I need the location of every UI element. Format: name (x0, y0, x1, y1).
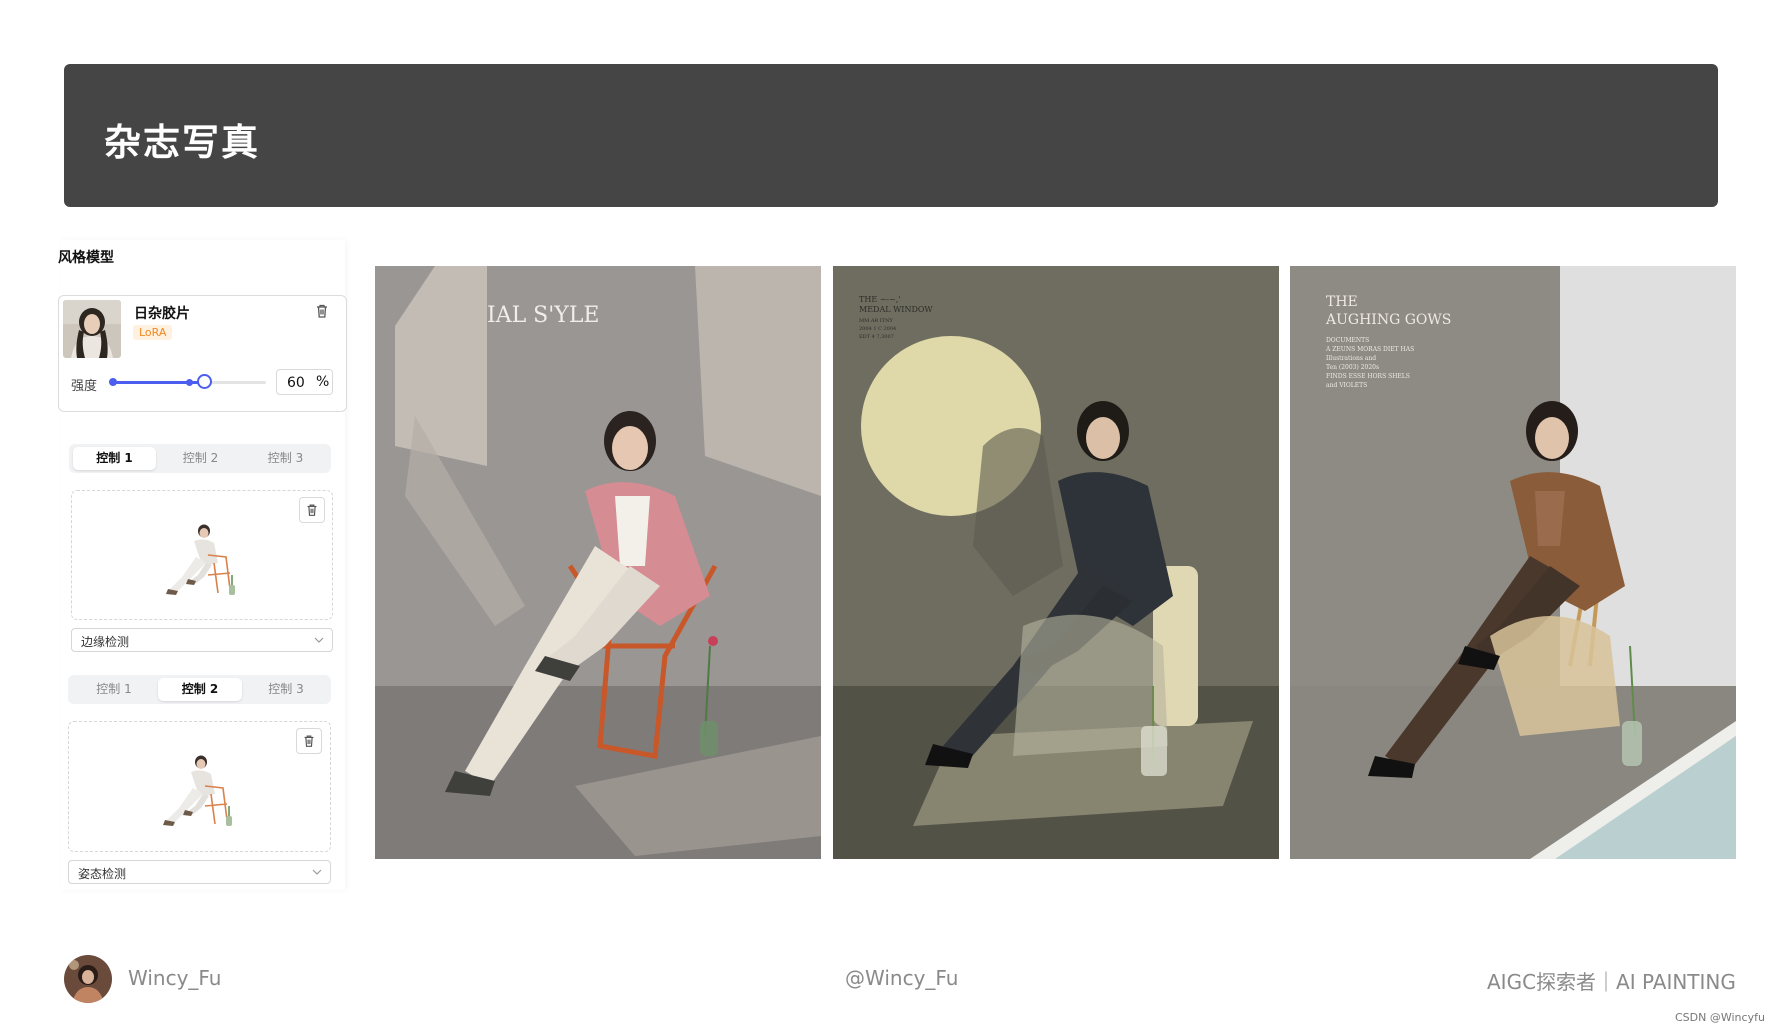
page-title: 杂志写真 (104, 121, 260, 164)
preprocessor-select-2[interactable]: 姿态检测 (68, 860, 331, 884)
strength-slider-handle[interactable] (197, 374, 212, 389)
chevron-down-icon (312, 869, 322, 875)
tab-control-1[interactable]: 控制 1 (73, 447, 156, 470)
preprocessor-select-1[interactable]: 边缘检测 (71, 628, 333, 652)
control-tabs-2: 控制 1 控制 2 控制 3 (68, 675, 331, 704)
tab-control-2[interactable]: 控制 2 (158, 678, 242, 701)
control-image-1 (166, 524, 235, 595)
tab-control-1[interactable]: 控制 1 (72, 678, 156, 701)
remove-control-image-button[interactable] (296, 728, 322, 754)
strength-label: 强度 (71, 379, 98, 394)
svg-text:FINDS ESSE HORS SHELS: FINDS ESSE HORS SHELS (1326, 373, 1410, 380)
svg-text:A ZEUNS MORAS DIET HAS: A ZEUNS MORAS DIET HAS (1325, 346, 1414, 353)
svg-text:DOCUMENTS: DOCUMENTS (1326, 337, 1369, 344)
control-tabs-1: 控制 1 控制 2 控制 3 (69, 444, 331, 473)
generated-photo-2: THE ~-~,' MEDAL WINDOW MM AR ITNY 2004 1… (833, 266, 1279, 859)
slider-start-dot (109, 378, 117, 386)
svg-text:Ten (2003) 2020s: Ten (2003) 2020s (1326, 364, 1379, 371)
author-name: Wincy_Fu (128, 966, 222, 990)
svg-text:THE: THE (1326, 294, 1358, 310)
trash-icon[interactable] (313, 302, 331, 320)
svg-text:MEDAL WINDOW: MEDAL WINDOW (859, 305, 933, 314)
style-model-section-label: 风格模型 (58, 250, 114, 266)
generated-photo-3: THE AUGHING GOWS DOCUMENTS A ZEUNS MORAS… (1290, 266, 1736, 859)
csdn-watermark: CSDN @Wincyfu (1675, 1011, 1765, 1024)
svg-text:THE ~-~,': THE ~-~,' (859, 295, 901, 304)
remove-control-image-button[interactable] (299, 497, 325, 523)
author-handle: @Wincy_Fu (845, 966, 959, 990)
trash-icon (307, 504, 317, 516)
lora-badge: LoRA (133, 325, 173, 340)
svg-text:EDT 4 7,3007: EDT 4 7,3007 (859, 334, 894, 340)
strength-unit: % (316, 374, 330, 390)
svg-text:AUGHING GOWS: AUGHING GOWS (1325, 312, 1451, 328)
preprocessor-value-1: 边缘检测 (81, 635, 130, 649)
generated-photo-1: IAL S'YLE (375, 266, 821, 859)
preprocessor-value-2: 姿态检测 (78, 867, 127, 881)
svg-text:MM AR ITNY: MM AR ITNY (859, 318, 893, 324)
tab-control-3[interactable]: 控制 3 (244, 447, 327, 470)
control-image-dropzone-1[interactable] (71, 490, 333, 620)
footer-tagline: AIGC探索者｜AI PAINTING (1487, 970, 1736, 994)
slider-step-dot (186, 379, 193, 386)
tab-control-2[interactable]: 控制 2 (159, 447, 242, 470)
svg-text:Illustrations and: Illustrations and (1326, 355, 1376, 362)
chevron-down-icon (314, 637, 324, 643)
header-banner (64, 64, 1718, 207)
control-image-2 (163, 755, 232, 826)
svg-text:2004 1 C 2004: 2004 1 C 2004 (859, 326, 896, 332)
photo-1-caption: IAL S'YLE (487, 303, 600, 328)
svg-text:and VIOLETS: and VIOLETS (1326, 382, 1367, 389)
tab-control-3[interactable]: 控制 3 (244, 678, 328, 701)
strength-value: 60 (287, 375, 305, 391)
model-thumbnail (63, 300, 121, 358)
model-name: 日杂胶片 (134, 306, 190, 322)
control-image-dropzone-2[interactable] (68, 721, 331, 852)
trash-icon (304, 735, 314, 747)
author-avatar (64, 955, 112, 1003)
